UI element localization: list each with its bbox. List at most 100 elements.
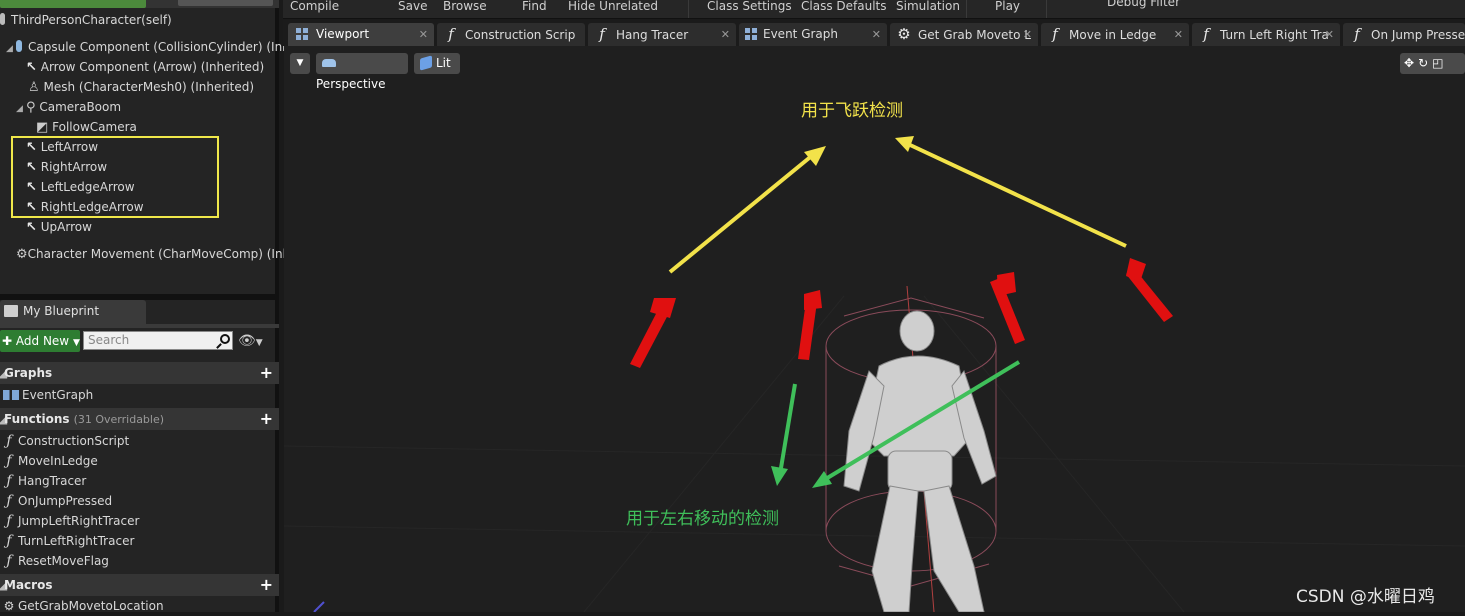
viewport[interactable]: ▼ Perspective Lit ✥↻◰ 用于飞跃检测 用于左右移动的检测 C…: [284, 46, 1465, 612]
arrow-icon: ↖: [26, 220, 37, 235]
tab-move-in-ledge[interactable]: f Move in Ledge ✕: [1041, 23, 1189, 46]
event-graph-icon: [3, 390, 19, 400]
actor-icon: [0, 13, 5, 25]
tab-strip: [0, 324, 279, 328]
spring-arm-icon: ⚲: [26, 100, 36, 115]
close-icon[interactable]: ✕: [721, 23, 730, 46]
add-macro-icon[interactable]: +: [260, 576, 273, 594]
function-icon: f: [1052, 25, 1058, 43]
close-icon[interactable]: ✕: [1325, 23, 1334, 46]
viewport-icon: [296, 28, 308, 40]
component-item[interactable]: ◢ ⚲ CameraBoom: [16, 97, 121, 117]
axis-gizmo: [313, 601, 325, 612]
annotation-top: 用于飞跃检测: [801, 101, 903, 121]
function-item[interactable]: ƒ ConstructionScript: [0, 431, 279, 451]
tab-viewport[interactable]: Viewport ✕: [288, 23, 434, 46]
function-icon: ƒ: [6, 513, 12, 529]
simulation-button[interactable]: Simulation: [896, 0, 960, 13]
component-item[interactable]: ◩ FollowCamera: [36, 117, 137, 137]
function-item[interactable]: ƒ OnJumpPressed: [0, 491, 279, 511]
components-search[interactable]: [178, 0, 273, 6]
tab-get-grab-moveto[interactable]: ⚙ Get Grab Moveto L ✕: [890, 23, 1038, 46]
component-label: Arrow Component (Arrow) (Inherited): [40, 60, 265, 74]
my-blueprint-tab[interactable]: My Blueprint: [0, 300, 146, 324]
class-defaults-button[interactable]: Class Defaults: [801, 0, 886, 13]
close-icon[interactable]: ✕: [1023, 23, 1032, 46]
red-arrow: [1126, 258, 1173, 322]
close-icon[interactable]: ✕: [1174, 23, 1183, 46]
green-arrow: [778, 383, 797, 475]
tab-label: Turn Left Right Tra: [1220, 28, 1329, 42]
compile-button[interactable]: Compile: [290, 0, 339, 13]
add-component-button[interactable]: [0, 0, 146, 8]
yellow-arrow-group: [668, 136, 1127, 274]
expand-icon[interactable]: ◢: [6, 39, 16, 59]
function-icon: ƒ: [6, 533, 12, 549]
camera-icon: ◩: [36, 120, 49, 135]
hide-unrelated-button[interactable]: Hide Unrelated: [568, 0, 658, 13]
event-graph-icon: [745, 28, 757, 40]
book-icon: [4, 305, 18, 317]
tab-label: Event Graph: [763, 27, 838, 41]
graphs-section-header[interactable]: ◢Graphs +: [0, 362, 279, 384]
function-icon: ƒ: [6, 473, 12, 489]
macros-section-header[interactable]: ◢Macros +: [0, 574, 279, 596]
save-button[interactable]: Save: [398, 0, 427, 13]
function-label: TurnLeftRightTracer: [18, 534, 135, 548]
search-placeholder: Search: [88, 333, 130, 347]
red-arrow: [798, 290, 822, 360]
tab-on-jump-pressed[interactable]: f On Jump Pressed: [1343, 23, 1465, 46]
search-icon: [220, 334, 230, 344]
yellow-arrowhead: [804, 146, 826, 166]
view-options-icon[interactable]: 👁▼: [238, 333, 268, 349]
movement-icon: ⚙: [16, 247, 28, 262]
macro-item[interactable]: ⚙ GetGrabMovetoLocation: [0, 596, 279, 616]
scene-svg: [284, 136, 1465, 612]
component-item[interactable]: ♙ Mesh (CharacterMesh0) (Inherited): [28, 77, 254, 97]
search-input[interactable]: Search: [83, 331, 233, 350]
tab-event-graph[interactable]: Event Graph ✕: [739, 23, 887, 46]
function-item[interactable]: ƒ TurnLeftRightTracer: [0, 531, 279, 551]
function-item[interactable]: ƒ MoveInLedge: [0, 451, 279, 471]
function-icon: ƒ: [6, 453, 12, 469]
function-item[interactable]: ƒ ResetMoveFlag: [0, 551, 279, 571]
function-label: OnJumpPressed: [18, 494, 113, 508]
tab-hang-tracer[interactable]: f Hang Tracer ✕: [588, 23, 736, 46]
function-item[interactable]: ƒ HangTracer: [0, 471, 279, 491]
component-root[interactable]: ThirdPersonCharacter(self): [0, 10, 172, 30]
section-label: Functions: [4, 412, 70, 426]
play-button[interactable]: Play: [995, 0, 1020, 13]
expand-icon[interactable]: ◢: [16, 99, 26, 119]
find-button[interactable]: Find: [522, 0, 547, 13]
red-arrow-group: [630, 258, 1173, 368]
component-item[interactable]: ↖ Arrow Component (Arrow) (Inherited): [26, 57, 264, 77]
component-item[interactable]: ↖ UpArrow: [26, 217, 92, 237]
left-panel: ThirdPersonCharacter(self) ◢ Capsule Comp…: [0, 0, 298, 613]
function-icon: f: [599, 25, 605, 43]
component-item[interactable]: ◢ Capsule Component (CollisionCylinder) (…: [6, 37, 297, 57]
plus-icon: ✚: [2, 334, 13, 348]
component-item[interactable]: ⚙Character Movement (CharMoveComp) (Inhe: [16, 244, 298, 264]
class-settings-button[interactable]: Class Settings: [707, 0, 792, 13]
function-icon: f: [448, 25, 454, 43]
add-function-icon[interactable]: +: [260, 410, 273, 428]
tab-label: Hang Tracer: [616, 28, 689, 42]
tab-label: Move in Ledge: [1069, 28, 1157, 42]
add-graph-icon[interactable]: +: [260, 364, 273, 382]
browse-button[interactable]: Browse: [443, 0, 487, 13]
tab-construction-script[interactable]: f Construction Scrip: [437, 23, 585, 46]
graph-item[interactable]: EventGraph: [0, 385, 279, 405]
red-arrow: [630, 298, 676, 368]
close-icon[interactable]: ✕: [419, 23, 428, 46]
function-icon: f: [1203, 25, 1209, 43]
debug-filter[interactable]: Debug Filter: [1107, 0, 1180, 9]
gear-icon: ⚙: [3, 599, 15, 613]
function-item[interactable]: ƒ JumpLeftRightTracer: [0, 511, 279, 531]
add-new-button[interactable]: ✚ Add New ▼: [0, 330, 80, 352]
tab-turn-left-right[interactable]: f Turn Left Right Tra ✕: [1192, 23, 1340, 46]
capsule-icon: [16, 40, 22, 52]
close-icon[interactable]: ✕: [872, 23, 881, 46]
function-label: ResetMoveFlag: [18, 554, 109, 568]
functions-section-header[interactable]: ◢Functions (31 Overridable) +: [0, 408, 279, 430]
green-arrowhead: [771, 466, 788, 486]
